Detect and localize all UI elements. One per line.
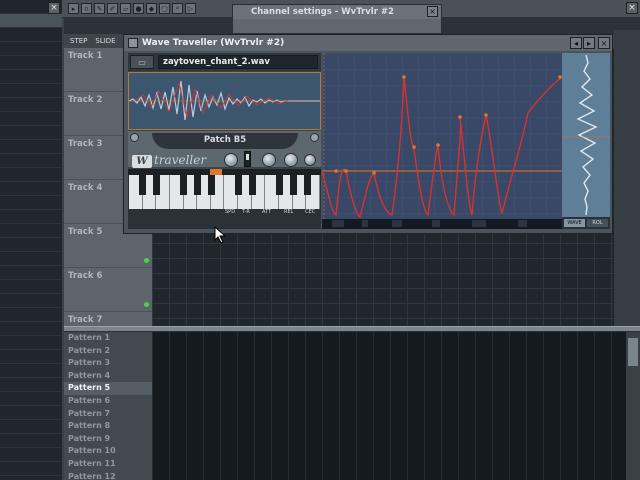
track-label: Track 1 (68, 51, 103, 61)
plugin-logo: Wtraveller (132, 153, 206, 168)
plugin-title: Wave Traveller (WvTrvlr #2) (142, 38, 285, 48)
pattern-scrollbar[interactable] (626, 332, 640, 480)
slice-icon[interactable]: ◆ (146, 3, 157, 14)
close-icon[interactable]: × (48, 2, 60, 14)
play-icon[interactable]: ▷ (185, 3, 196, 14)
black-key[interactable] (180, 175, 187, 195)
close-icon[interactable]: × (598, 37, 610, 49)
right-scrollbar[interactable] (614, 30, 640, 330)
fl-studio-window: × ▸ ∩ ✎ ✐ ▱ ● ◆ ▢ ⌕ ▷ × STEP SLIDE Track… (0, 0, 640, 480)
tr-switch[interactable] (244, 151, 251, 167)
rel-knob[interactable] (284, 153, 298, 167)
pattern-item[interactable]: Pattern 2 (64, 345, 152, 358)
pencil-icon[interactable]: ✎ (94, 3, 105, 14)
close-icon[interactable]: × (626, 2, 638, 14)
knob-label: REL (284, 209, 294, 215)
browser-panel[interactable] (0, 0, 62, 480)
spd-knob[interactable] (224, 153, 238, 167)
vertical-waveform-graphic (562, 53, 610, 217)
channel-settings-title: Channel settings - WvTrvlr #2 (233, 5, 441, 19)
pattern-item[interactable]: Pattern 8 (64, 420, 152, 433)
pattern-item[interactable]: Pattern 9 (64, 433, 152, 446)
sample-filename[interactable]: zaytoven_chant_2.wav (158, 55, 318, 69)
folder-icon[interactable]: ▭ (130, 55, 154, 69)
patch-area: Patch B5 Wtraveller (128, 131, 321, 168)
black-key[interactable] (208, 175, 215, 195)
slide-button[interactable]: SLIDE (95, 37, 115, 45)
pattern-item[interactable]: Pattern 11 (64, 458, 152, 471)
pattern-list: Pattern 1 Pattern 2 Pattern 3 Pattern 4 … (64, 332, 152, 480)
sample-waveform[interactable] (128, 72, 321, 130)
wave-button[interactable]: WAVE (564, 219, 585, 227)
pattern-item[interactable]: Pattern 4 (64, 370, 152, 383)
knob-label: SPD (225, 209, 236, 215)
pitch-envelope-editor[interactable] (322, 53, 562, 229)
track-label: Track 5 (68, 227, 103, 237)
cec-knob[interactable] (304, 154, 316, 166)
logo-text: traveller (154, 153, 207, 167)
track-label: Track 7 (68, 315, 103, 325)
att-knob[interactable] (262, 153, 276, 167)
black-key[interactable] (153, 175, 160, 195)
track-label: Track 2 (68, 95, 103, 105)
eraser-icon[interactable]: ▱ (120, 3, 131, 14)
piano-keyboard[interactable] (129, 175, 320, 209)
knob-label: T-R (242, 209, 250, 215)
magnet-icon[interactable]: ∩ (81, 3, 92, 14)
arrow-left-icon[interactable]: ◂ (570, 37, 582, 49)
knob-label: CEC (305, 209, 316, 215)
close-icon[interactable]: × (427, 6, 438, 17)
knob-label: ATT (262, 209, 272, 215)
wave-traveller-window: Wave Traveller (WvTrvlr #2) ◂ ▸ × ▭ zayt… (123, 34, 613, 234)
track-led[interactable] (144, 302, 149, 307)
track-label: Track 3 (68, 139, 103, 149)
black-key[interactable] (194, 175, 201, 195)
pattern-item[interactable]: Pattern 12 (64, 471, 152, 480)
plugin-menu-icon[interactable] (128, 38, 138, 48)
pattern-item[interactable]: Pattern 6 (64, 395, 152, 408)
step-button[interactable]: STEP (70, 37, 87, 45)
envelope-graphic (322, 53, 562, 229)
waveform-graphic (128, 73, 320, 129)
keyboard-area (128, 169, 321, 229)
pattern-item[interactable]: Pattern 3 (64, 357, 152, 370)
screw-icon (130, 133, 139, 142)
track-led[interactable] (144, 258, 149, 263)
scroll-thumb[interactable] (628, 338, 638, 366)
sample-panel: ▭ zaytoven_chant_2.wav Patch B5 Wtravell… (128, 53, 321, 229)
black-key[interactable] (235, 175, 242, 195)
select-icon[interactable]: ▢ (159, 3, 170, 14)
track-row[interactable]: Track 6 (64, 268, 152, 312)
mouse-cursor-icon (214, 226, 227, 244)
pattern-item[interactable]: Pattern 10 (64, 445, 152, 458)
pattern-item-active[interactable]: Pattern 5 (64, 382, 152, 395)
brush-icon[interactable]: ✐ (107, 3, 118, 14)
black-key[interactable] (139, 175, 146, 195)
roll-button[interactable]: ROL (587, 219, 608, 227)
pattern-item[interactable]: Pattern 1 (64, 332, 152, 345)
black-key[interactable] (276, 175, 283, 195)
plugin-titlebar[interactable]: Wave Traveller (WvTrvlr #2) (124, 35, 612, 51)
wave-buttons: WAVE ROL (562, 217, 610, 229)
channel-settings-window[interactable]: Channel settings - WvTrvlr #2 × (232, 4, 442, 34)
pattern-grid[interactable] (152, 332, 626, 480)
file-bar: ▭ zaytoven_chant_2.wav (128, 53, 321, 71)
black-key[interactable] (304, 175, 311, 195)
patch-name[interactable]: Patch B5 (152, 133, 298, 149)
mute-icon[interactable]: ● (133, 3, 144, 14)
arrow-icon[interactable]: ▸ (68, 3, 79, 14)
arrow-right-icon[interactable]: ▸ (583, 37, 595, 49)
vertical-waveform[interactable] (562, 53, 610, 217)
logo-letter: W (132, 155, 152, 168)
wave-preview: WAVE ROL (562, 53, 610, 229)
screw-icon (310, 133, 319, 142)
zoom-icon[interactable]: ⌕ (172, 3, 183, 14)
pattern-item[interactable]: Pattern 7 (64, 408, 152, 421)
black-key[interactable] (290, 175, 297, 195)
track-label: Track 4 (68, 183, 103, 193)
black-key[interactable] (249, 175, 256, 195)
track-label: Track 6 (68, 271, 103, 281)
